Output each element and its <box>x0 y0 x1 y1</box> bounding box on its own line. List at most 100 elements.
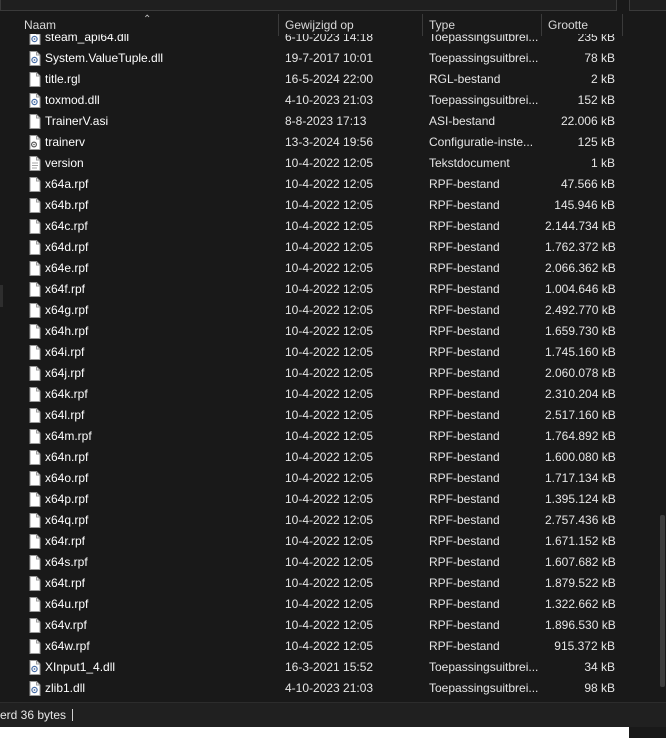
file-row[interactable]: x64p.rpf 10-4-2022 12:05 RPF-bestand 1.395.… <box>0 489 660 510</box>
file-type: RPF-bestand <box>429 555 500 569</box>
file-icon <box>29 219 41 234</box>
file-date: 10-4-2022 12:05 <box>285 492 374 506</box>
file-icon <box>29 492 41 507</box>
file-name: x64s.rpf <box>45 555 88 569</box>
top-toolbar-strip <box>0 0 666 12</box>
column-header-type[interactable]: Type <box>423 14 542 36</box>
file-row[interactable]: x64d.rpf 10-4-2022 12:05 RPF-bestand 1.762.… <box>0 237 660 258</box>
file-row[interactable]: x64r.rpf 10-4-2022 12:05 RPF-bestand 1.671.… <box>0 531 660 552</box>
file-row[interactable]: version 10-4-2022 12:05 Tekstdocument 1 kB <box>0 153 660 174</box>
file-name: x64k.rpf <box>45 387 88 401</box>
file-type: Toepassingsuitbrei... <box>429 681 539 695</box>
file-size: 145.946 kB <box>554 198 615 212</box>
file-type: RPF-bestand <box>429 534 500 548</box>
file-row[interactable]: TrainerV.asi 8-8-2023 17:13 ASI-bestand 22.… <box>0 111 660 132</box>
file-name: x64u.rpf <box>45 597 89 611</box>
file-row[interactable]: x64q.rpf 10-4-2022 12:05 RPF-bestand 2.757.… <box>0 510 660 531</box>
file-row[interactable]: x64s.rpf 10-4-2022 12:05 RPF-bestand 1.607.… <box>0 552 660 573</box>
file-type: RPF-bestand <box>429 387 500 401</box>
file-row[interactable]: title.rgl 16-5-2024 22:00 RGL-bestand 2 kB <box>0 69 660 90</box>
file-row[interactable]: trainerv 13-3-2024 19:56 Configuratie-inst… <box>0 132 660 153</box>
column-size-label: Grootte <box>548 18 589 32</box>
file-type: Toepassingsuitbrei... <box>429 93 539 107</box>
column-header-date[interactable]: Gewijzigd op <box>279 14 423 36</box>
file-type: RPF-bestand <box>429 345 500 359</box>
file-date: 10-4-2022 12:05 <box>285 429 374 443</box>
file-row[interactable]: x64h.rpf 10-4-2022 12:05 RPF-bestand 1.659.… <box>0 321 660 342</box>
file-name: x64q.rpf <box>45 513 89 527</box>
file-date: 10-4-2022 12:05 <box>285 261 374 275</box>
file-row[interactable]: x64f.rpf 10-4-2022 12:05 RPF-bestand 1.004.… <box>0 279 660 300</box>
file-size: 1.762.372 kB <box>545 240 616 254</box>
file-date: 10-4-2022 12:05 <box>285 597 374 611</box>
file-icon <box>29 366 41 381</box>
file-row[interactable]: x64l.rpf 10-4-2022 12:05 RPF-bestand 2.517.… <box>0 405 660 426</box>
file-row[interactable]: x64t.rpf 10-4-2022 12:05 RPF-bestand 1.879.… <box>0 573 660 594</box>
file-row[interactable]: x64g.rpf 10-4-2022 12:05 RPF-bestand 2.492.… <box>0 300 660 321</box>
file-row[interactable]: x64b.rpf 10-4-2022 12:05 RPF-bestand 145.94… <box>0 195 660 216</box>
file-type: RPF-bestand <box>429 492 500 506</box>
file-size: 1.896.530 kB <box>545 618 616 632</box>
file-type: RPF-bestand <box>429 429 500 443</box>
file-date: 19-7-2017 10:01 <box>285 51 374 65</box>
file-name: title.rgl <box>45 72 81 86</box>
file-row[interactable]: x64k.rpf 10-4-2022 12:05 RPF-bestand 2.310.… <box>0 384 660 405</box>
file-row[interactable]: x64u.rpf 10-4-2022 12:05 RPF-bestand 1.322.… <box>0 594 660 615</box>
file-icon <box>29 303 41 318</box>
file-icon <box>29 513 41 528</box>
file-row[interactable]: x64m.rpf 10-4-2022 12:05 RPF-bestand 1.764.… <box>0 426 660 447</box>
file-date: 10-4-2022 12:05 <box>285 156 374 170</box>
file-row[interactable]: zlib1.dll 4-10-2023 21:03 Toepassingsuitbr… <box>0 678 660 699</box>
file-icon <box>29 429 41 444</box>
status-bar: erd 36 bytes <box>0 702 666 727</box>
file-size: 1.764.892 kB <box>545 429 616 443</box>
file-icon <box>29 114 41 129</box>
file-size: 34 kB <box>584 660 615 674</box>
file-name: toxmod.dll <box>45 93 100 107</box>
file-size: 2.310.204 kB <box>545 387 616 401</box>
file-row[interactable]: XInput1_4.dll 16-3-2021 15:52 Toepassingsu… <box>0 657 660 678</box>
file-row[interactable]: steam_api64.dll 6-10-2023 14:18 Toepassing… <box>0 34 660 48</box>
file-name: zlib1.dll <box>45 681 86 695</box>
column-header-size[interactable]: Grootte <box>542 14 623 36</box>
file-row[interactable]: x64a.rpf 10-4-2022 12:05 RPF-bestand 47.566… <box>0 174 660 195</box>
scrollbar-thumb[interactable] <box>660 515 665 687</box>
file-icon <box>29 597 41 612</box>
file-date: 10-4-2022 12:05 <box>285 555 374 569</box>
file-row[interactable]: x64v.rpf 10-4-2022 12:05 RPF-bestand 1.896.… <box>0 615 660 636</box>
file-icon <box>29 618 41 633</box>
file-name: System.ValueTuple.dll <box>45 51 164 65</box>
file-date: 10-4-2022 12:05 <box>285 387 374 401</box>
file-type: RGL-bestand <box>429 72 501 86</box>
dll-file-icon <box>29 34 41 45</box>
file-name: x64d.rpf <box>45 240 89 254</box>
file-name: x64j.rpf <box>45 366 85 380</box>
search-area[interactable] <box>629 0 666 11</box>
column-header-name[interactable]: Naam ⌃ <box>0 14 279 36</box>
file-row[interactable]: x64c.rpf 10-4-2022 12:05 RPF-bestand 2.144.… <box>0 216 660 237</box>
file-row[interactable]: x64e.rpf 10-4-2022 12:05 RPF-bestand 2.066.… <box>0 258 660 279</box>
file-icon <box>29 534 41 549</box>
file-icon <box>29 240 41 255</box>
file-date: 10-4-2022 12:05 <box>285 618 374 632</box>
file-row[interactable]: x64j.rpf 10-4-2022 12:05 RPF-bestand 2.060.… <box>0 363 660 384</box>
file-row[interactable]: System.ValueTuple.dll 19-7-2017 10:01 Toep… <box>0 48 660 69</box>
file-size: 98 kB <box>584 681 615 695</box>
file-row[interactable]: x64n.rpf 10-4-2022 12:05 RPF-bestand 1.600.… <box>0 447 660 468</box>
file-icon <box>29 408 41 423</box>
file-icon <box>29 471 41 486</box>
file-row[interactable]: toxmod.dll 4-10-2023 21:03 Toepassingsuitb… <box>0 90 660 111</box>
file-size: 2 kB <box>590 72 615 86</box>
file-size: 1.395.124 kB <box>545 492 616 506</box>
file-row[interactable]: x64i.rpf 10-4-2022 12:05 RPF-bestand 1.745.… <box>0 342 660 363</box>
file-date: 10-4-2022 12:05 <box>285 282 374 296</box>
file-type: RPF-bestand <box>429 597 500 611</box>
address-area[interactable] <box>0 0 617 11</box>
file-size: 1.879.522 kB <box>545 576 616 590</box>
file-row[interactable]: x64o.rpf 10-4-2022 12:05 RPF-bestand 1.717.… <box>0 468 660 489</box>
status-text: erd 36 bytes <box>0 708 67 722</box>
file-row[interactable]: x64w.rpf 10-4-2022 12:05 RPF-bestand 915.37… <box>0 636 660 657</box>
file-date: 10-4-2022 12:05 <box>285 198 374 212</box>
file-icon <box>29 177 41 192</box>
file-size: 47.566 kB <box>560 177 615 191</box>
